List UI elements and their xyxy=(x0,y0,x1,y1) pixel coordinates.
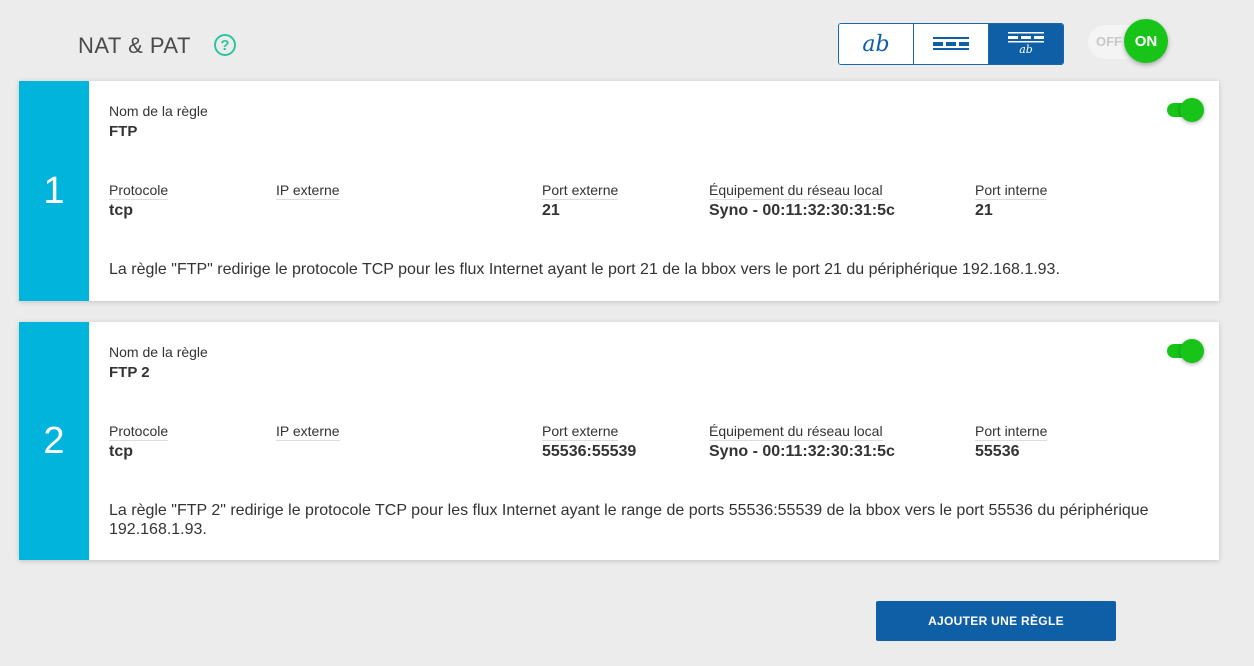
internal-port-value: 21 xyxy=(975,202,993,219)
rule-name-label: Nom de la règle xyxy=(109,344,208,360)
internal-port-value: 55536 xyxy=(975,443,1020,460)
external-port-value: 55536:55539 xyxy=(542,443,637,460)
view-mode-switch: ab ab xyxy=(838,23,1064,65)
rule-number: 2 xyxy=(19,322,89,560)
external-ip-label: IP externe xyxy=(276,423,340,441)
internal-port-label: Port interne xyxy=(975,423,1048,441)
rule-toggle-knob xyxy=(1180,339,1204,363)
view-mode-list-text-button[interactable]: ab xyxy=(989,24,1063,64)
master-toggle-off-label: OFF xyxy=(1096,34,1122,49)
list-text-view-icon: ab xyxy=(1008,32,1044,56)
rule-name-value: FTP xyxy=(109,123,138,140)
view-mode-list-button[interactable] xyxy=(914,24,989,64)
external-port-label: Port externe xyxy=(542,423,619,441)
protocol-value: tcp xyxy=(109,202,133,219)
local-device-label: Équipement du réseau local xyxy=(709,423,883,441)
list-view-icon xyxy=(933,37,969,50)
local-device-value: Syno - 00:11:32:30:31:5c xyxy=(709,202,895,219)
page-title: NAT & PAT xyxy=(78,33,191,58)
master-toggle-knob[interactable]: ON xyxy=(1124,19,1168,63)
rule-description: La règle "FTP" redirige le protocole TCP… xyxy=(109,261,1060,278)
protocol-value: tcp xyxy=(109,443,133,460)
rule-description: La règle "FTP 2" redirige le protocole T… xyxy=(109,502,1149,538)
rule-number: 1 xyxy=(19,81,89,301)
local-device-value: Syno - 00:11:32:30:31:5c xyxy=(709,443,895,460)
local-device-label: Équipement du réseau local xyxy=(709,182,883,200)
rule-card: 2 Nom de la règle FTP 2 Protocole tcp IP… xyxy=(19,322,1219,560)
rule-enable-toggle[interactable] xyxy=(1167,97,1204,123)
view-mode-text-button[interactable]: ab xyxy=(839,24,914,64)
protocol-label: Protocole xyxy=(109,182,169,200)
rule-card: 1 Nom de la règle FTP Protocole tcp IP e… xyxy=(19,81,1219,301)
rule-name-label: Nom de la règle xyxy=(109,103,208,119)
rule-name-value: FTP 2 xyxy=(109,364,150,381)
external-port-label: Port externe xyxy=(542,182,619,200)
text-view-icon: ab xyxy=(862,31,890,57)
internal-port-label: Port interne xyxy=(975,182,1048,200)
rule-enable-toggle[interactable] xyxy=(1167,338,1204,364)
master-toggle[interactable]: OFF ON xyxy=(1086,19,1168,63)
external-port-value: 21 xyxy=(542,202,560,219)
add-rule-button[interactable]: AJOUTER UNE RÈGLE xyxy=(876,601,1116,641)
protocol-label: Protocole xyxy=(109,423,169,441)
rule-toggle-knob xyxy=(1180,98,1204,122)
external-ip-label: IP externe xyxy=(276,182,340,200)
help-icon[interactable]: ? xyxy=(214,34,236,56)
